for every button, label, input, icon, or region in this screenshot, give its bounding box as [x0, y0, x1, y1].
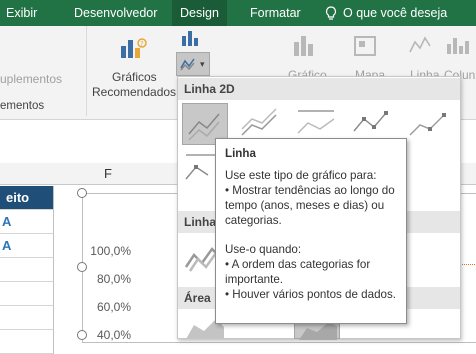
stacked-line-thumb-icon: [241, 108, 277, 136]
tooltip-when: Use-o quando:: [225, 243, 302, 256]
tooltip-bullet: • Mostrar tendências ao longo do tempo (…: [225, 184, 395, 227]
table-cell[interactable]: [0, 330, 54, 354]
stacked-markers-thumb-icon: [409, 113, 446, 136]
recommended-charts-label-1: Gráficos: [112, 70, 157, 84]
tooltip-bullet: • Houver vários pontos de dados.: [225, 288, 396, 301]
suplementos-group-label: ementos: [0, 100, 45, 112]
pivot-chart-icon[interactable]: [290, 32, 320, 60]
table-cell[interactable]: [0, 258, 54, 282]
group-divider: [86, 26, 87, 116]
tell-me-search[interactable]: O que você deseja fazer: [343, 0, 476, 46]
tooltip-bullet: • A ordem das categorias for importante.: [225, 258, 371, 286]
recommended-charts-button[interactable]: ? Gráficos Recomendados: [90, 30, 178, 100]
cell-value: A: [2, 238, 12, 253]
chart-type-tooltip: Linha Use este tipo de gráfico para: • M…: [215, 138, 407, 324]
tab-design[interactable]: Design: [172, 0, 227, 26]
tab-desenvolvedor[interactable]: Desenvolvedor: [74, 0, 157, 26]
tab-exibir[interactable]: Exibir: [6, 0, 37, 26]
chart-type-stacked-line-markers[interactable]: [406, 103, 452, 145]
resize-handle[interactable]: [77, 262, 87, 272]
line-markers-thumb-icon: [353, 111, 388, 132]
table-cell[interactable]: [0, 282, 54, 306]
tooltip-intro: Use este tipo de gráfico para:: [225, 169, 377, 182]
table-cell[interactable]: A: [0, 210, 54, 234]
gallery-section-2d: Linha 2D: [178, 78, 460, 100]
chevron-down-icon: ▾: [200, 59, 205, 69]
line-chart-icon: [180, 58, 195, 71]
cell-value: A: [2, 214, 12, 229]
table-header-text: eito: [6, 190, 30, 205]
y-tick-label: 100,0%: [90, 244, 131, 258]
table-cell[interactable]: A: [0, 234, 54, 258]
full-stacked-line-thumb-icon: [297, 110, 335, 134]
map-icon[interactable]: [352, 32, 380, 60]
table-cell[interactable]: [0, 306, 54, 330]
resize-handle[interactable]: [77, 188, 87, 198]
recommended-charts-label-2: Recomendados: [92, 85, 177, 99]
y-tick-label: 40,0%: [96, 328, 131, 342]
svg-text:?: ?: [140, 40, 144, 48]
sparkline-column-icon[interactable]: [444, 34, 472, 58]
column-chart-icon[interactable]: [178, 28, 208, 48]
ribbon-tab-bar: Exibir Desenvolvedor Design Formatar O q…: [0, 0, 476, 46]
insert-line-chart-button[interactable]: ▾: [176, 52, 210, 76]
suplementos-label[interactable]: uplementos: [0, 72, 62, 86]
column-header-f[interactable]: F: [104, 166, 112, 181]
tab-formatar[interactable]: Formatar: [250, 0, 301, 26]
y-tick-label: 60,0%: [96, 300, 131, 314]
tooltip-title: Linha: [225, 147, 256, 160]
table-header-cell[interactable]: eito: [0, 186, 54, 210]
sparkline-line-icon[interactable]: [408, 34, 434, 58]
lightbulb-icon: [325, 6, 337, 20]
y-tick-label: 80,0%: [96, 272, 131, 286]
recommended-charts-icon: ?: [121, 38, 147, 58]
